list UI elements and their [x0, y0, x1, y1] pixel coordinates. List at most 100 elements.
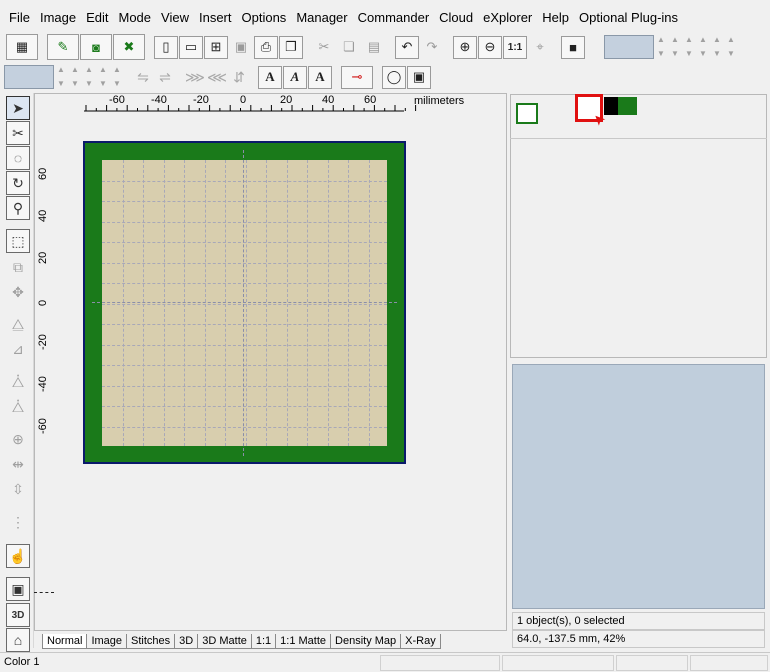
value-box[interactable]	[4, 65, 54, 89]
camera-icon[interactable]: ◙	[80, 34, 112, 60]
center-icon[interactable]: ⊕	[6, 427, 30, 451]
spin-arrows-icon[interactable]: ▲ ▼	[110, 65, 124, 89]
frame-icon[interactable]: ▦	[6, 34, 38, 60]
spin-arrows-icon[interactable]: ▲ ▼	[654, 35, 668, 59]
zoom-1-1-icon[interactable]: 1:1	[503, 35, 527, 59]
key-icon[interactable]: ⊸	[341, 65, 373, 89]
stamp-icon[interactable]: ⌂	[6, 628, 30, 652]
rect-select-icon[interactable]: ⬚	[6, 229, 30, 253]
zoom-fit-icon[interactable]: ⌖	[528, 36, 552, 59]
center-axis-horizontal	[92, 302, 397, 303]
center-axis-vertical	[243, 150, 244, 456]
skew-v-icon[interactable]: ⧊	[6, 395, 30, 419]
grid-line	[327, 160, 329, 446]
stitch-type-icon[interactable]: ⋙	[184, 69, 206, 86]
menu-optional-plugins[interactable]: Optional Plug-ins	[574, 10, 683, 25]
menu-file[interactable]: File	[4, 10, 35, 25]
stop-icon[interactable]: ■	[561, 35, 585, 59]
tab-1-1-matte[interactable]: 1:1 Matte	[275, 634, 332, 649]
flip-icon[interactable]: ⇌	[154, 69, 176, 86]
grid-line	[102, 180, 387, 182]
stitch-edit-icon[interactable]: ✎	[47, 34, 79, 60]
menu-image[interactable]: Image	[35, 10, 81, 25]
stitch-order-icon[interactable]: ⇵	[228, 69, 250, 86]
spin-arrows-icon[interactable]: ▲ ▼	[54, 65, 68, 89]
spin-arrows-icon[interactable]: ▲ ▼	[710, 35, 724, 59]
print-icon[interactable]: ⎙	[254, 35, 278, 59]
open-file-icon[interactable]: ▭	[179, 35, 203, 59]
grid-line	[102, 242, 387, 243]
tab-image[interactable]: Image	[86, 634, 128, 649]
spin-arrows-icon[interactable]: ▲ ▼	[696, 35, 710, 59]
resize-icon[interactable]: ⧉	[6, 255, 30, 279]
grid-line	[102, 283, 387, 284]
menu-cloud[interactable]: Cloud	[434, 10, 478, 25]
menu-mode[interactable]: Mode	[114, 10, 157, 25]
tab-normal[interactable]: Normal	[42, 634, 88, 649]
menu-options[interactable]: Options	[237, 10, 292, 25]
new-file-icon[interactable]: ▯	[154, 35, 178, 59]
color-swatch-green[interactable]	[618, 97, 637, 115]
zoom-in-icon[interactable]: ⊕	[453, 35, 477, 59]
spin-arrows-icon[interactable]: ▲ ▼	[724, 35, 738, 59]
design-page-icon[interactable]: ▣	[6, 577, 30, 601]
shape-icon[interactable]: ◯	[382, 65, 406, 89]
magnifier-icon[interactable]: ⚲	[6, 196, 30, 220]
undo-icon[interactable]: ↶	[395, 35, 419, 59]
spin-arrows-icon[interactable]: ▲ ▼	[68, 65, 82, 89]
align-v-icon[interactable]: ⇳	[6, 477, 30, 501]
cross-stitch-icon[interactable]: ✖	[113, 34, 145, 60]
mirror-h-icon[interactable]: ⧋	[6, 312, 30, 336]
print-preview-icon[interactable]: ❐	[279, 35, 303, 59]
tab-stitches[interactable]: Stitches	[126, 634, 176, 649]
color-swatch-box[interactable]	[604, 35, 654, 59]
status-bar: Color 1	[0, 652, 770, 672]
paste-icon[interactable]: ▤	[362, 36, 386, 59]
menu-view[interactable]: View	[156, 10, 194, 25]
align-h-icon[interactable]: ⇹	[6, 452, 30, 476]
move-icon[interactable]: ✥	[6, 280, 30, 304]
grid-line	[102, 221, 387, 223]
spin-arrows-icon[interactable]: ▲ ▼	[82, 65, 96, 89]
tab-1-1[interactable]: 1:1	[250, 634, 277, 649]
zoom-out-icon[interactable]: ⊖	[478, 35, 502, 59]
grid-line	[368, 160, 370, 446]
tab-x-ray[interactable]: X-Ray	[400, 634, 441, 649]
rotate-icon[interactable]: ↻	[6, 171, 30, 195]
text-path-icon[interactable]: A	[283, 65, 307, 89]
tab-3d[interactable]: 3D	[174, 634, 199, 649]
add-file-icon[interactable]: ⊞	[204, 35, 228, 59]
pointer-icon[interactable]: ☝	[6, 544, 30, 568]
text-tool-icon[interactable]: A	[258, 65, 282, 89]
status-cell	[502, 655, 614, 671]
menu-insert[interactable]: Insert	[194, 10, 237, 25]
menu-help[interactable]: Help	[537, 10, 574, 25]
menu-explorer[interactable]: eXplorer	[478, 10, 537, 25]
view-3d-icon[interactable]: 3D	[6, 603, 30, 627]
color-swatch-black[interactable]	[604, 97, 618, 115]
monogram-icon[interactable]: A	[308, 65, 332, 89]
save-icon[interactable]: ▣	[229, 36, 253, 59]
tab-density-map[interactable]: Density Map	[330, 634, 402, 649]
menu-commander[interactable]: Commander	[353, 10, 435, 25]
mirror-v-icon[interactable]: ⊿	[6, 337, 30, 361]
select-arrow-icon[interactable]: ➤	[6, 96, 30, 120]
spin-arrows-icon[interactable]: ▲ ▼	[96, 65, 110, 89]
spin-arrows-icon[interactable]: ▲ ▼	[682, 35, 696, 59]
tab-3d-matte[interactable]: 3D Matte	[197, 634, 252, 649]
distribute-icon[interactable]: ⋮	[6, 510, 30, 534]
scissors-icon[interactable]: ✂	[6, 121, 30, 145]
outline-color-swatch[interactable]	[516, 103, 538, 124]
menu-edit[interactable]: Edit	[81, 10, 113, 25]
skew-icon[interactable]: ⧊	[6, 370, 30, 394]
spin-arrows-icon[interactable]: ▲ ▼	[668, 35, 682, 59]
mirror-icon[interactable]: ⇋	[132, 69, 154, 86]
lasso-icon[interactable]: ◌	[6, 146, 30, 170]
menu-manager[interactable]: Manager	[291, 10, 352, 25]
stitch-type-icon[interactable]: ⋘	[206, 69, 228, 86]
copy-icon[interactable]: ❏	[337, 36, 361, 59]
redo-icon[interactable]: ↷	[420, 36, 444, 59]
grid-line	[102, 201, 387, 202]
cut-icon[interactable]: ✂	[312, 36, 336, 59]
save-design-icon[interactable]: ▣	[407, 65, 431, 89]
